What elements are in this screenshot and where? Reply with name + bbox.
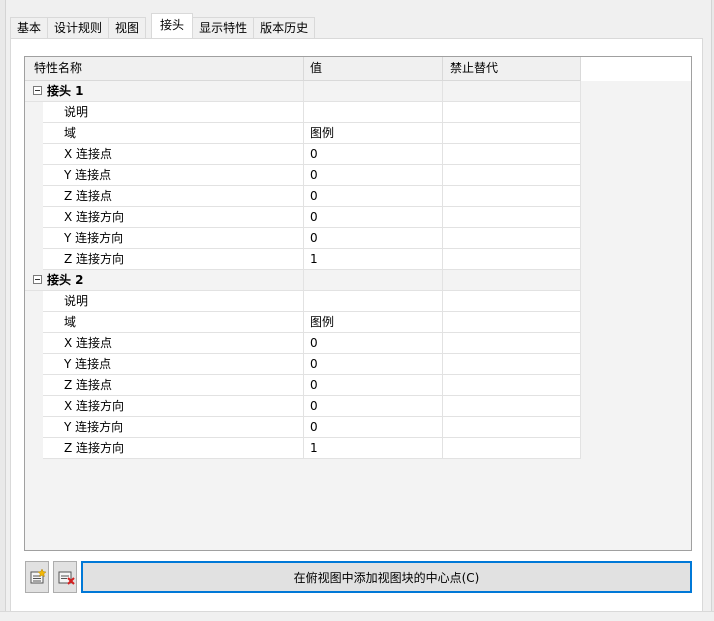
property-row[interactable]: Y 连接点 0	[25, 354, 581, 375]
property-row[interactable]: X 连接点 0	[25, 144, 581, 165]
add-center-point-button[interactable]: 在俯视图中添加视图块的中心点(C)	[81, 561, 692, 593]
property-override[interactable]	[443, 291, 581, 312]
group-row[interactable]: 接头 1	[25, 81, 581, 102]
property-override[interactable]	[443, 396, 581, 417]
group-override-cell	[443, 270, 581, 291]
property-row[interactable]: 域图例	[25, 312, 581, 333]
tab-panel-connectors: 特性名称 值 禁止替代 接头 1 说明域图例 X 连接点 0 Y 连接点 0 Z 连接点 0 X…	[10, 38, 703, 612]
property-value[interactable]: 0	[304, 354, 443, 375]
property-row[interactable]: 域图例	[25, 123, 581, 144]
add-connector-icon	[30, 569, 47, 584]
property-name: 域	[25, 123, 304, 144]
add-connector-button[interactable]	[25, 561, 49, 593]
property-row[interactable]: X 连接点 0	[25, 333, 581, 354]
property-override[interactable]	[443, 354, 581, 375]
property-override[interactable]	[443, 375, 581, 396]
property-value[interactable]	[304, 291, 443, 312]
property-row[interactable]: Z 连接方向 1	[25, 249, 581, 270]
property-row[interactable]: Z 连接点 0	[25, 186, 581, 207]
property-name: Z 连接点	[25, 186, 304, 207]
property-value[interactable]: 0	[304, 186, 443, 207]
collapse-icon[interactable]	[33, 86, 42, 95]
property-value[interactable]	[304, 102, 443, 123]
property-name: X 连接点	[25, 333, 304, 354]
tab-design-rules[interactable]: 设计规则	[47, 17, 110, 38]
property-value[interactable]: 1	[304, 438, 443, 459]
group-value-cell	[304, 270, 443, 291]
tab-strip: 基本 设计规则 视图 接头 显示特性 版本历史	[10, 13, 316, 38]
property-override[interactable]	[443, 438, 581, 459]
property-value[interactable]: 图例	[304, 123, 443, 144]
property-row[interactable]: X 连接方向 0	[25, 396, 581, 417]
property-name: Y 连接点	[25, 165, 304, 186]
group-name: 接头 1	[25, 81, 304, 102]
property-row[interactable]: Y 连接点 0	[25, 165, 581, 186]
property-value[interactable]: 0	[304, 165, 443, 186]
header-property-name[interactable]: 特性名称	[25, 57, 304, 81]
property-override[interactable]	[443, 417, 581, 438]
property-override[interactable]	[443, 186, 581, 207]
group-row[interactable]: 接头 2	[25, 270, 581, 291]
property-grid: 特性名称 值 禁止替代 接头 1 说明域图例 X 连接点 0 Y 连接点 0 Z 连接点 0 X…	[24, 56, 692, 551]
property-row[interactable]: Y 连接方向 0	[25, 417, 581, 438]
property-name: Z 连接点	[25, 375, 304, 396]
property-row[interactable]: 说明	[25, 291, 581, 312]
property-name: 说明	[25, 102, 304, 123]
property-name: X 连接方向	[25, 207, 304, 228]
window-bottom-edge	[0, 611, 714, 621]
property-name: Z 连接方向	[25, 249, 304, 270]
property-value[interactable]: 0	[304, 417, 443, 438]
group-label: 接头 1	[47, 84, 84, 98]
property-row[interactable]: Z 连接点 0	[25, 375, 581, 396]
delete-connector-icon	[58, 571, 75, 585]
group-value-cell	[304, 81, 443, 102]
property-name: Y 连接点	[25, 354, 304, 375]
property-override[interactable]	[443, 333, 581, 354]
group-name: 接头 2	[25, 270, 304, 291]
property-row[interactable]: X 连接方向 0	[25, 207, 581, 228]
header-override[interactable]: 禁止替代	[443, 57, 581, 81]
window-left-edge	[0, 0, 6, 621]
add-center-point-label: 在俯视图中添加视图块的中心点(C)	[293, 570, 480, 585]
header-value[interactable]: 值	[304, 57, 443, 81]
property-value[interactable]: 0	[304, 207, 443, 228]
property-name: X 连接点	[25, 144, 304, 165]
property-value[interactable]: 0	[304, 144, 443, 165]
property-override[interactable]	[443, 102, 581, 123]
property-value[interactable]: 0	[304, 333, 443, 354]
property-value[interactable]: 0	[304, 396, 443, 417]
tab-connectors[interactable]: 接头	[151, 13, 194, 38]
tab-basic[interactable]: 基本	[10, 17, 49, 38]
property-override[interactable]	[443, 228, 581, 249]
property-name: Y 连接方向	[25, 228, 304, 249]
property-override[interactable]	[443, 165, 581, 186]
property-name: 域	[25, 312, 304, 333]
tab-version-history[interactable]: 版本历史	[253, 17, 316, 38]
property-override[interactable]	[443, 207, 581, 228]
property-name: Z 连接方向	[25, 438, 304, 459]
property-name: X 连接方向	[25, 396, 304, 417]
property-override[interactable]	[443, 312, 581, 333]
group-label: 接头 2	[47, 273, 84, 287]
property-override[interactable]	[443, 249, 581, 270]
tab-view[interactable]: 视图	[108, 17, 147, 38]
group-override-cell	[443, 81, 581, 102]
property-value[interactable]: 1	[304, 249, 443, 270]
property-name: Y 连接方向	[25, 417, 304, 438]
property-row[interactable]: Z 连接方向 1	[25, 438, 581, 459]
property-row[interactable]: Y 连接方向 0	[25, 228, 581, 249]
property-override[interactable]	[443, 123, 581, 144]
tab-display-properties[interactable]: 显示特性	[192, 17, 255, 38]
property-override[interactable]	[443, 144, 581, 165]
delete-connector-button[interactable]	[53, 561, 77, 593]
property-row[interactable]: 说明	[25, 102, 581, 123]
collapse-icon[interactable]	[33, 275, 42, 284]
property-value[interactable]: 图例	[304, 312, 443, 333]
grid-rows: 接头 1 说明域图例 X 连接点 0 Y 连接点 0 Z 连接点 0 X 连接方向 0 Y 连接方向…	[25, 81, 581, 459]
grid-header: 特性名称 值 禁止替代	[25, 57, 691, 81]
property-value[interactable]: 0	[304, 228, 443, 249]
property-value[interactable]: 0	[304, 375, 443, 396]
property-name: 说明	[25, 291, 304, 312]
